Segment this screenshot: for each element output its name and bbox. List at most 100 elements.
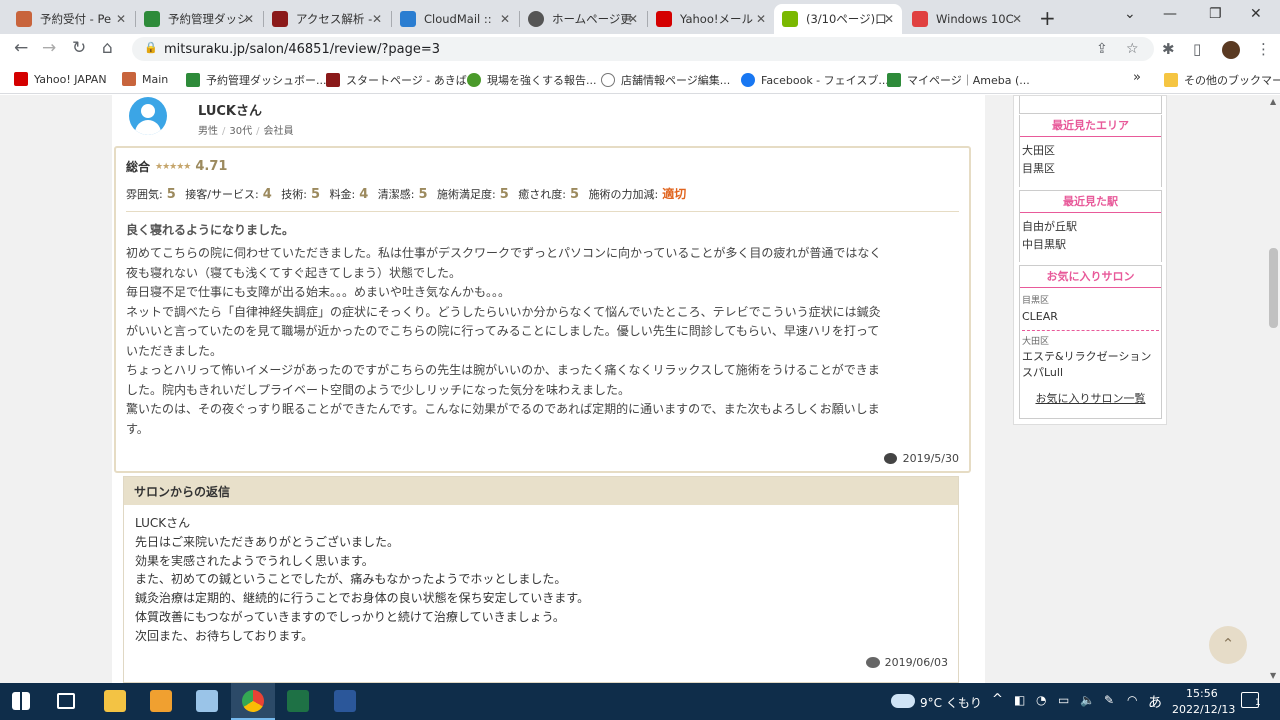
tab-review-active[interactable]: (3/10ページ)口 ✕ xyxy=(774,4,902,34)
score-value: 5 xyxy=(570,187,580,202)
close-icon[interactable]: ✕ xyxy=(628,12,638,26)
close-icon[interactable]: ✕ xyxy=(1012,12,1022,26)
favorite-salons-list-link[interactable]: お気に入りサロン一覧 xyxy=(1020,391,1161,407)
tab-access[interactable]: アクセス解析 - ✕ xyxy=(264,4,390,34)
tab-yoyaku-dashboard[interactable]: 予約管理ダッシ ✕ xyxy=(136,4,262,34)
close-icon[interactable]: ✕ xyxy=(372,12,382,26)
taskbar: 9°C くもり ^ ◧ ◔ ▭ 🔈 ✎ ◠ あ 15:56 2022/12/13… xyxy=(0,683,1280,720)
tab-yoyaku[interactable]: 予約受付 - Pe ✕ xyxy=(8,4,134,34)
close-icon[interactable]: ✕ xyxy=(244,12,254,26)
score-label: 接客/サービス: xyxy=(185,188,259,201)
address-bar[interactable]: 🔒 mitsuraku.jp/salon/46851/review/?page=… xyxy=(132,37,1154,61)
battery-icon[interactable]: ▭ xyxy=(1058,693,1069,707)
recent-area-item[interactable]: 目黒区 xyxy=(1020,160,1161,178)
wifi-icon[interactable]: ◠ xyxy=(1127,693,1137,707)
network-icon[interactable]: ◔ xyxy=(1036,693,1046,707)
forward-icon[interactable]: → xyxy=(42,38,56,58)
bookmark-item[interactable]: Main xyxy=(122,72,168,86)
review-main-column: LUCKさん 男性/30代 / 会社員 総合 ★★★★★ 4.71 雰囲気: 5 接客… xyxy=(112,95,985,683)
scrollbar-thumb[interactable] xyxy=(1269,248,1278,328)
extensions-icon[interactable]: ✱ xyxy=(1162,40,1175,58)
recent-station-item[interactable]: 自由が丘駅 xyxy=(1020,218,1161,236)
bookmark-item[interactable]: 予約管理ダッシュボー... xyxy=(186,72,327,88)
scroll-up-arrow-icon[interactable]: ▲ xyxy=(1270,97,1276,106)
chrome-taskbar-active[interactable] xyxy=(231,683,275,720)
bookmark-item[interactable]: 店舗情報ページ編集... xyxy=(601,72,730,88)
tab-cloudmail[interactable]: CloudMail :: ✕ xyxy=(392,4,518,34)
reload-icon[interactable]: ↻ xyxy=(72,38,86,58)
side-panel-icon[interactable]: ▯ xyxy=(1193,40,1201,58)
clock-date[interactable]: 2022/12/13 xyxy=(1172,703,1235,716)
share-icon[interactable]: ⇪ xyxy=(1096,41,1108,57)
tab-yahoo-mail[interactable]: Yahoo!メール ✕ xyxy=(648,4,774,34)
reviewer-name: LUCKさん xyxy=(198,104,262,119)
url-text: mitsuraku.jp/salon/46851/review/?page=3 xyxy=(164,42,441,57)
back-icon[interactable]: ← xyxy=(14,38,28,58)
favorite-salon-link[interactable]: エステ&リラクゼーションスパLull xyxy=(1020,349,1161,381)
close-icon[interactable]: ✕ xyxy=(500,12,510,26)
bookmark-item[interactable]: マイページ｜Ameba (... xyxy=(887,72,1030,88)
lock-icon: 🔒 xyxy=(144,41,158,54)
other-bookmarks[interactable]: その他のブックマーク xyxy=(1164,72,1280,88)
overall-score: 4.71 xyxy=(195,159,228,174)
bookmark-item[interactable]: Yahoo! JAPAN xyxy=(14,72,107,86)
close-icon[interactable]: ✕ xyxy=(884,12,894,26)
scroll-to-top-button[interactable]: ⌃ xyxy=(1209,626,1247,664)
score-value: 5 xyxy=(499,187,509,202)
bookmark-favicon-icon xyxy=(887,73,901,87)
excel-icon[interactable] xyxy=(287,690,309,712)
reviewer-gender: 男性 xyxy=(198,126,218,137)
profile-avatar[interactable] xyxy=(1222,41,1240,59)
menu-icon[interactable]: ⋮ xyxy=(1256,40,1271,58)
tab-search-icon[interactable]: ⌄ xyxy=(1124,6,1136,22)
weather-text[interactable]: 9°C くもり xyxy=(920,694,982,711)
bookmarks-more-button[interactable]: » xyxy=(1133,70,1141,85)
new-tab-button[interactable]: + xyxy=(1039,6,1056,30)
bookmark-item[interactable]: Facebook - フェイスブ... xyxy=(741,72,889,88)
app-icon[interactable] xyxy=(196,690,218,712)
app-icon[interactable] xyxy=(150,690,172,712)
scroll-down-arrow-icon[interactable]: ▼ xyxy=(1270,671,1276,680)
score-value: 5 xyxy=(166,187,176,202)
pen-icon[interactable]: ✎ xyxy=(1104,693,1114,707)
weather-cloud-icon[interactable] xyxy=(891,694,915,708)
bookmark-item[interactable]: スタートページ - あきば... xyxy=(326,72,477,88)
windows-start-icon[interactable] xyxy=(12,692,30,710)
bookmark-star-icon[interactable]: ☆ xyxy=(1126,41,1139,57)
favorite-salon-link[interactable]: CLEAR xyxy=(1020,308,1161,326)
overall-rating: 総合 ★★★★★ 4.71 xyxy=(126,158,227,175)
close-window-button[interactable]: ✕ xyxy=(1250,6,1262,22)
salon-reply-box: サロンからの返信 LUCKさん 先日はご来院いただきありがとうございました。 効… xyxy=(123,476,959,683)
page-scrollbar[interactable]: ▲ ▼ xyxy=(1267,95,1280,683)
bookmark-label: Facebook - フェイスブ... xyxy=(761,74,889,87)
home-icon[interactable]: ⌂ xyxy=(102,38,113,58)
recent-area-item[interactable]: 大田区 xyxy=(1020,142,1161,160)
tab-windows[interactable]: Windows 10C ✕ xyxy=(904,4,1030,34)
bookmark-favicon-icon xyxy=(467,73,481,87)
review-body: 初めてこちらの院に伺わせていただきました。私は仕事がデスクワークでずっとパソコン… xyxy=(126,244,960,439)
maximize-button[interactable]: ❐ xyxy=(1209,6,1222,22)
word-icon[interactable] xyxy=(334,690,356,712)
score-value: 5 xyxy=(310,187,320,202)
ime-indicator[interactable]: あ xyxy=(1148,692,1162,712)
clock-time[interactable]: 15:56 xyxy=(1186,687,1218,700)
bookmark-item[interactable]: 現場を強くする報告... xyxy=(467,72,597,88)
score-label: 技術: xyxy=(281,188,307,201)
recent-station-item[interactable]: 中目黒駅 xyxy=(1020,236,1161,254)
chevron-up-icon[interactable]: ^ xyxy=(992,692,1003,707)
system-tray-icon[interactable]: ◧ xyxy=(1014,693,1025,707)
tab-homepage[interactable]: ホームページ更 ✕ xyxy=(520,4,646,34)
close-icon[interactable]: ✕ xyxy=(756,12,766,26)
bookmark-label: 店舗情報ページ編集... xyxy=(621,74,731,87)
task-view-icon[interactable] xyxy=(57,693,75,709)
volume-icon[interactable]: 🔈 xyxy=(1080,693,1095,707)
review-line: ちょっとハリって怖いイメージがあったのですがこちらの先生は腕がいいのか、まったく… xyxy=(126,363,880,377)
avatar xyxy=(129,97,167,135)
score-value: 適切 xyxy=(662,187,687,201)
favorite-salons-heading: お気に入りサロン xyxy=(1020,266,1161,288)
minimize-button[interactable]: — xyxy=(1163,6,1177,22)
file-explorer-icon[interactable] xyxy=(104,690,126,712)
close-icon[interactable]: ✕ xyxy=(116,12,126,26)
review-line: ネットで調べたら「自律神経失調症」の症状にそっくり。どうしたらいいか分からなくて… xyxy=(126,304,881,319)
review-title: 良く寝れるようになりました。 xyxy=(126,223,295,237)
